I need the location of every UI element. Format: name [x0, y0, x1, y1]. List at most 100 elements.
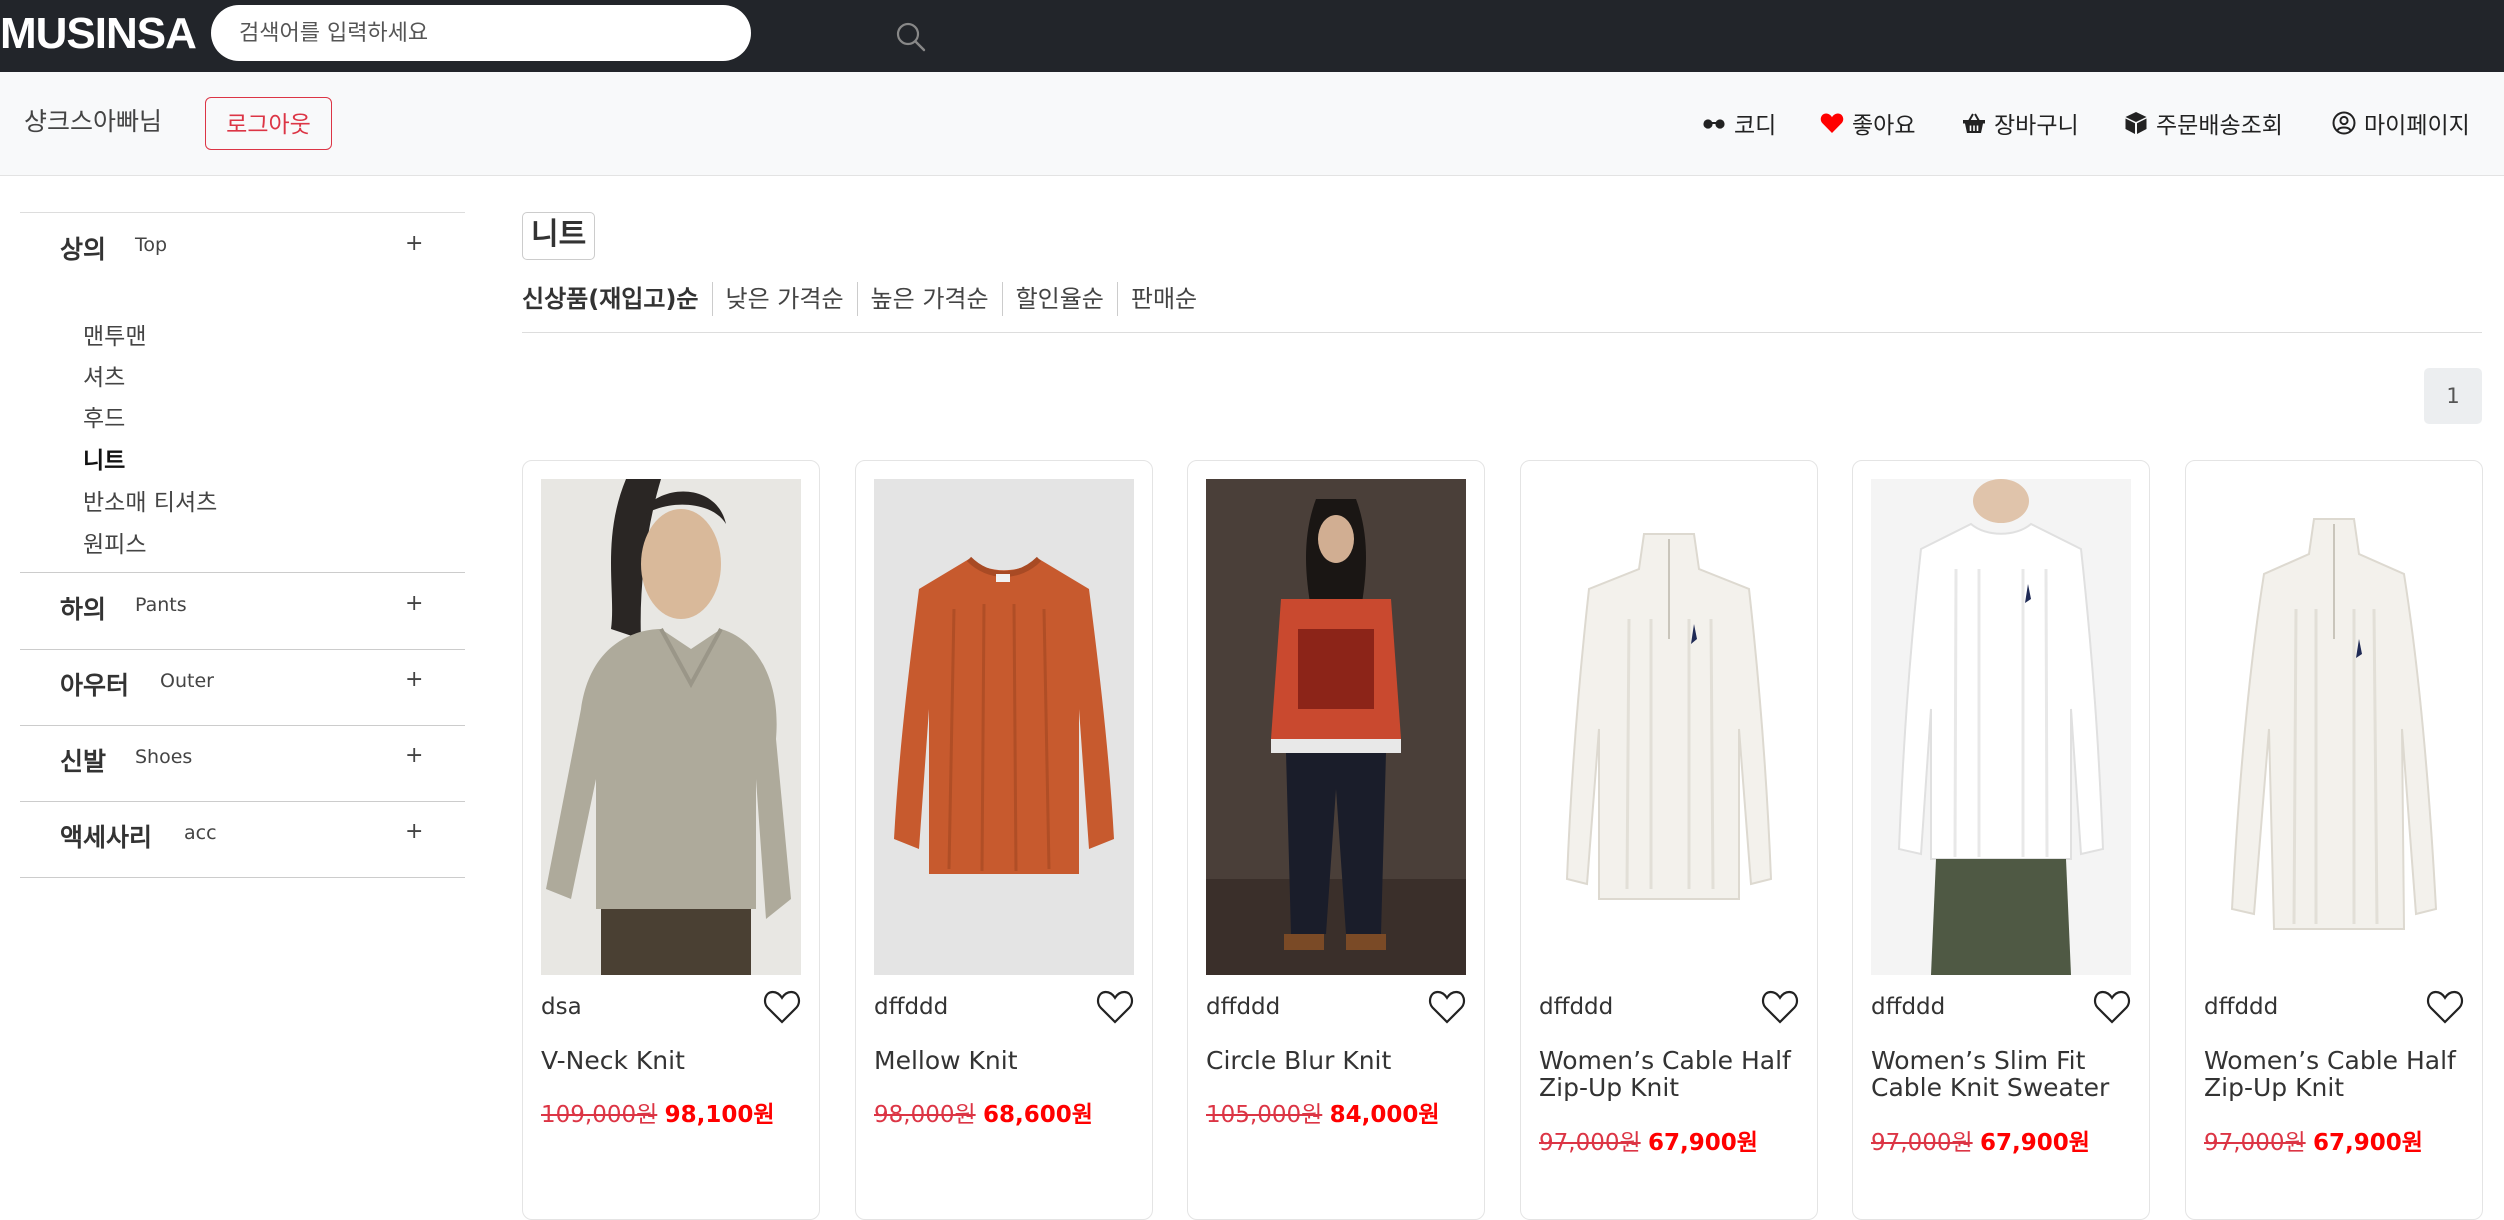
sort-price-high[interactable]: 높은 가격순 — [856, 282, 1002, 316]
logo[interactable]: MUSINSA — [0, 4, 197, 64]
product-brand: dffddd — [1539, 994, 1614, 1020]
product-card[interactable]: dffddd Women’s Cable Half Zip-Up Knit 97… — [1520, 460, 1818, 1220]
heart-outline-icon[interactable] — [2426, 989, 2464, 1025]
sale-price: 67,900원 — [2312, 1130, 2423, 1156]
product-name[interactable]: Women’s Cable Half Zip-Up Knit — [1539, 1047, 1801, 1101]
nav-item-codi[interactable]: 코디 — [1702, 106, 1776, 140]
top-header: MUSINSA — [0, 0, 2504, 72]
category-label-en: Top — [135, 234, 168, 256]
product-price: 97,000원 67,900원 — [1871, 1123, 2090, 1157]
product-image[interactable] — [874, 479, 1134, 975]
divider — [20, 877, 465, 878]
sort-newest[interactable]: 신상품(재입고)순 — [522, 282, 712, 316]
nav-label-mypage: 마이페이지 — [2364, 113, 2470, 139]
original-price: 105,000원 — [1206, 1102, 1323, 1128]
category-acc[interactable]: 액세사리 acc + — [20, 802, 465, 878]
product-price: 97,000원 67,900원 — [2204, 1123, 2423, 1157]
subcategory-sweatshirt[interactable]: 맨투맨 — [83, 317, 146, 351]
search-input[interactable] — [239, 5, 679, 61]
expand-toggle[interactable]: + — [405, 231, 423, 256]
product-image[interactable] — [1539, 479, 1799, 975]
category-label-kr: 아우터 — [60, 671, 130, 700]
nav-item-mypage[interactable]: 마이페이지 — [2332, 106, 2470, 140]
category-outer[interactable]: 아우터 Outer + — [20, 650, 465, 726]
expand-toggle[interactable]: + — [405, 591, 423, 616]
product-name[interactable]: Mellow Knit — [874, 1047, 1136, 1074]
product-name[interactable]: Women’s Cable Half Zip-Up Knit — [2204, 1047, 2466, 1101]
search-bar — [211, 5, 926, 61]
logout-button[interactable]: 로그아웃 — [205, 97, 332, 150]
original-price: 97,000원 — [1871, 1130, 1973, 1156]
original-price: 97,000원 — [2204, 1130, 2306, 1156]
box-icon — [2125, 112, 2147, 134]
divider — [522, 332, 2482, 333]
category-top-header[interactable]: 상의 Top + — [20, 212, 465, 280]
sale-price: 68,600원 — [982, 1102, 1093, 1128]
subcategory-shirt[interactable]: 셔츠 — [83, 358, 125, 392]
nav-item-cart[interactable]: 장바구니 — [1962, 106, 2079, 140]
heart-outline-icon[interactable] — [1428, 989, 1466, 1025]
product-card[interactable]: dffddd Women’s Slim Fit Cable Knit Sweat… — [1852, 460, 2150, 1220]
sort-sales[interactable]: 판매순 — [1116, 282, 1210, 316]
expand-toggle[interactable]: + — [405, 667, 423, 692]
sort-options: 신상품(재입고)순 낮은 가격순 높은 가격순 할인율순 판매순 — [522, 282, 1210, 316]
original-price: 98,000원 — [874, 1102, 976, 1128]
product-name[interactable]: Women’s Slim Fit Cable Knit Sweater — [1871, 1047, 2133, 1101]
nav-label-orders: 주문배송조회 — [2156, 113, 2283, 139]
nav-label-codi: 코디 — [1734, 113, 1777, 139]
search-icon[interactable] — [895, 21, 927, 53]
product-card[interactable]: dffddd Circle Blur Knit 105,000원 84,000원 — [1187, 460, 1485, 1220]
glasses-icon — [1703, 119, 1725, 129]
category-label-en: Shoes — [135, 746, 193, 768]
category-pants[interactable]: 하의 Pants + — [20, 573, 465, 649]
product-brand: dffddd — [1871, 994, 1946, 1020]
product-name[interactable]: V-Neck Knit — [541, 1047, 803, 1074]
sale-price: 98,100원 — [664, 1102, 775, 1128]
product-image[interactable] — [1871, 479, 2131, 975]
user-nav-bar: 샹크스아빠님 로그아웃 코디 좋아요 장바구니 주문배송조회 마이페이지 — [0, 72, 2504, 176]
category-title: 니트 — [522, 212, 596, 260]
subcategory-short-sleeve-tee[interactable]: 반소매 티셔츠 — [83, 483, 217, 517]
heart-outline-icon[interactable] — [2093, 989, 2131, 1025]
heart-icon — [1820, 113, 1844, 133]
nav-item-orders[interactable]: 주문배송조회 — [2124, 106, 2283, 140]
expand-toggle[interactable]: + — [405, 819, 423, 844]
category-label-en: acc — [184, 822, 217, 844]
user-circle-icon — [2332, 111, 2356, 135]
subcategory-hoodie[interactable]: 후드 — [83, 399, 125, 433]
product-price: 105,000원 84,000원 — [1206, 1095, 1440, 1129]
product-card[interactable]: dsa V-Neck Knit 109,000원 98,100원 — [522, 460, 820, 1220]
category-top: 상의 Top + 맨투맨 셔츠 후드 니트 반소매 티셔츠 원피스 — [20, 212, 465, 572]
original-price: 97,000원 — [1539, 1130, 1641, 1156]
product-price: 109,000원 98,100원 — [541, 1095, 775, 1129]
product-image[interactable] — [2204, 479, 2464, 975]
sale-price: 67,900원 — [1647, 1130, 1758, 1156]
sort-discount[interactable]: 할인율순 — [1001, 282, 1117, 316]
heart-outline-icon[interactable] — [1761, 989, 1799, 1025]
category-label-en: Outer — [160, 670, 214, 692]
product-card[interactable]: dffddd Women’s Cable Half Zip-Up Knit 97… — [2185, 460, 2483, 1220]
expand-toggle[interactable]: + — [405, 743, 423, 768]
product-card[interactable]: dffddd Mellow Knit 98,000원 68,600원 — [855, 460, 1153, 1220]
product-image[interactable] — [541, 479, 801, 975]
category-label-kr: 액세사리 — [60, 823, 153, 852]
subcategory-dress[interactable]: 원피스 — [83, 525, 146, 559]
original-price: 109,000원 — [541, 1102, 658, 1128]
sort-price-low[interactable]: 낮은 가격순 — [711, 282, 857, 316]
product-image[interactable] — [1206, 479, 1466, 975]
page-button[interactable]: 1 — [2424, 368, 2482, 424]
heart-outline-icon[interactable] — [763, 989, 801, 1025]
sale-price: 67,900원 — [1979, 1130, 2090, 1156]
product-name[interactable]: Circle Blur Knit — [1206, 1047, 1468, 1074]
category-label-kr: 신발 — [60, 747, 107, 776]
subcategory-knit[interactable]: 니트 — [83, 441, 125, 475]
nav-label-likes: 좋아요 — [1852, 113, 1916, 139]
category-label-kr: 하의 — [60, 595, 107, 624]
nav-label-cart: 장바구니 — [1994, 113, 2079, 139]
heart-outline-icon[interactable] — [1096, 989, 1134, 1025]
category-shoes[interactable]: 신발 Shoes + — [20, 726, 465, 802]
nav-item-likes[interactable]: 좋아요 — [1820, 106, 1915, 140]
sale-price: 84,000원 — [1329, 1102, 1440, 1128]
product-brand: dffddd — [2204, 994, 2279, 1020]
product-brand: dffddd — [1206, 994, 1281, 1020]
